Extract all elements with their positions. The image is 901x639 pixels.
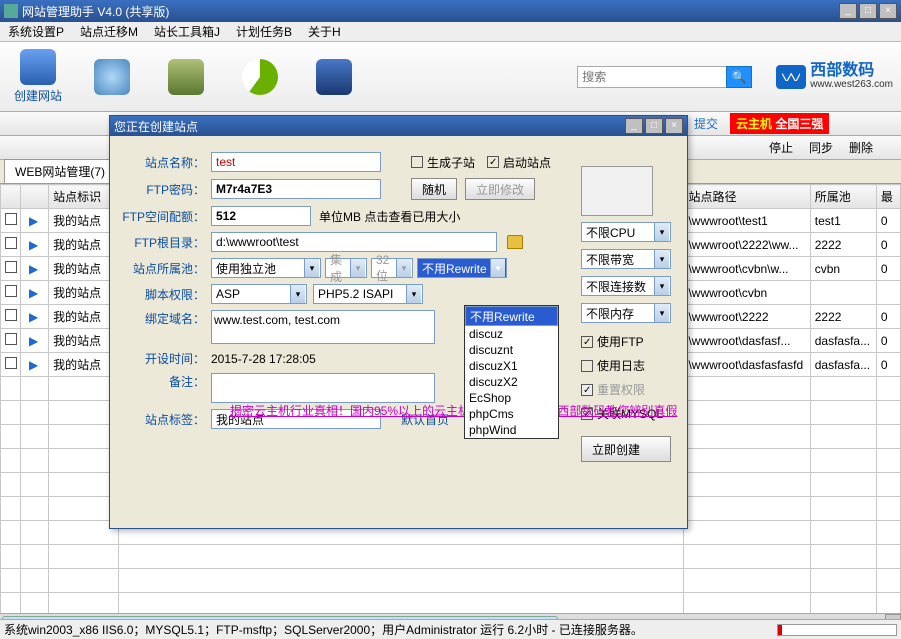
tool-create-site[interactable]: 创建网站: [8, 49, 68, 104]
create-time: 2015-7-28 17:28:05: [211, 352, 316, 366]
expand-icon[interactable]: ▶: [29, 334, 38, 348]
maximize-button[interactable]: □: [859, 3, 877, 19]
statusbar: 系统win2003_x86 IIS6.0；MYSQL5.1；FTP-msftp；…: [0, 619, 901, 639]
stack-icon: [168, 59, 204, 95]
toolbar: 创建网站 🔍 西部数码www.west263.com: [0, 42, 901, 112]
logo[interactable]: 西部数码www.west263.com: [776, 63, 893, 90]
minimize-button[interactable]: _: [839, 3, 857, 19]
main-titlebar: 网站管理助手 V4.0 (共享版) _ □ ×: [0, 0, 901, 22]
dropdown-item[interactable]: phpWind: [465, 422, 558, 438]
expand-icon[interactable]: ▶: [29, 310, 38, 324]
expand-icon[interactable]: ▶: [29, 262, 38, 276]
log-check[interactable]: [581, 360, 593, 372]
dropdown-item[interactable]: discuzX2: [465, 374, 558, 390]
search-input[interactable]: [577, 66, 727, 88]
row-check[interactable]: [5, 333, 17, 345]
col-check[interactable]: [1, 185, 21, 209]
dropdown-item[interactable]: phpCms: [465, 406, 558, 422]
browse-folder-icon[interactable]: [507, 235, 523, 249]
dropdown-item[interactable]: 不用Rewrite: [465, 306, 558, 326]
dropdown-item[interactable]: discuzX1: [465, 358, 558, 374]
php-select[interactable]: PHP5.2 ISAPI: [313, 284, 423, 304]
close-button[interactable]: ×: [879, 3, 897, 19]
ftp-pwd-input[interactable]: [211, 179, 381, 199]
col-pool[interactable]: 所属池: [810, 185, 876, 209]
perm-check: [581, 384, 593, 396]
row-check[interactable]: [5, 213, 17, 225]
window-title: 网站管理助手 V4.0 (共享版): [22, 3, 169, 20]
expand-icon[interactable]: ▶: [29, 214, 38, 228]
col-path[interactable]: 站点路径: [684, 185, 810, 209]
dialog-close[interactable]: ×: [665, 118, 683, 134]
menu-tools[interactable]: 站长工具箱J: [146, 23, 228, 40]
create-site-dialog: 您正在创建站点 _ □ × 站点名称： 生成子站 启动站点 FTP密码： 随机 …: [109, 115, 688, 529]
progress-bar: [777, 624, 897, 636]
app-icon: [4, 4, 18, 18]
row-check[interactable]: [5, 285, 17, 297]
tool-3[interactable]: [156, 59, 216, 95]
dropdown-item[interactable]: discuznt: [465, 342, 558, 358]
note-input[interactable]: [211, 373, 435, 403]
status-text: 系统win2003_x86 IIS6.0；MYSQL5.1；FTP-msftp；…: [4, 621, 643, 638]
expand-icon[interactable]: ▶: [29, 286, 38, 300]
banner: 云主机 全国三强: [730, 113, 829, 134]
root-input[interactable]: [211, 232, 497, 252]
monitor-icon: [316, 59, 352, 95]
limit-conn[interactable]: 不限连接数: [581, 276, 671, 296]
dialog-maximize[interactable]: □: [645, 118, 663, 134]
tools-icon: [20, 49, 56, 85]
col-last[interactable]: 最: [876, 185, 900, 209]
tool-4[interactable]: [230, 59, 290, 95]
rewrite-dropdown[interactable]: 不用RewritediscuzdiscuzntdiscuzX1discuzX2E…: [464, 305, 559, 439]
row-check[interactable]: [5, 261, 17, 273]
menu-tasks[interactable]: 计划任务B: [228, 23, 300, 40]
row-check[interactable]: [5, 357, 17, 369]
submit-link[interactable]: 提交: [688, 115, 724, 132]
ftp-check[interactable]: [581, 336, 593, 348]
limit-bw[interactable]: 不限带宽: [581, 249, 671, 269]
delete-button[interactable]: 删除: [841, 139, 881, 156]
row-check[interactable]: [5, 237, 17, 249]
dialog-side-panel: 不限CPU 不限带宽 不限连接数 不限内存 使用FTP 使用日志 重置权限 关联…: [581, 166, 677, 469]
tab-web[interactable]: WEB网站管理(7): [4, 159, 116, 183]
script-select[interactable]: ASP: [211, 284, 307, 304]
stop-button[interactable]: 停止: [761, 139, 801, 156]
limit-cpu[interactable]: 不限CPU: [581, 222, 671, 242]
integration-select: 集成: [325, 258, 367, 278]
quota-input[interactable]: [211, 206, 311, 226]
dropdown-item[interactable]: EcShop: [465, 390, 558, 406]
preview-box: [581, 166, 653, 216]
tool-2[interactable]: [82, 59, 142, 95]
menu-migrate[interactable]: 站点迁移M: [72, 23, 146, 40]
modify-button: 立即修改: [465, 178, 535, 200]
start-site-check[interactable]: [487, 156, 499, 168]
promo-text[interactable]: 揭密云主机行业真相！国内95%以上的云主机是假云、是VPS 西部数码教您辨别真假: [230, 402, 677, 419]
db-icon: [94, 59, 130, 95]
rewrite-select[interactable]: 不用Rewrite: [417, 258, 507, 278]
bit-select: 32位: [371, 258, 413, 278]
limit-mem[interactable]: 不限内存: [581, 303, 671, 323]
search-button[interactable]: 🔍: [726, 66, 752, 88]
dialog-titlebar: 您正在创建站点 _ □ ×: [110, 116, 687, 136]
pool-select[interactable]: 使用独立池: [211, 258, 321, 278]
create-button[interactable]: 立即创建: [581, 436, 671, 462]
dropdown-item[interactable]: discuz: [465, 326, 558, 342]
tool-5[interactable]: [304, 59, 364, 95]
dialog-minimize[interactable]: _: [625, 118, 643, 134]
row-check[interactable]: [5, 309, 17, 321]
expand-icon[interactable]: ▶: [29, 238, 38, 252]
quota-hint[interactable]: 单位MB 点击查看已用大小: [319, 208, 460, 225]
sync-button[interactable]: 同步: [801, 139, 841, 156]
expand-icon[interactable]: ▶: [29, 358, 38, 372]
dialog-title: 您正在创建站点: [114, 118, 198, 135]
menu-system[interactable]: 系统设置P: [0, 23, 72, 40]
menu-about[interactable]: 关于H: [300, 23, 349, 40]
random-button[interactable]: 随机: [411, 178, 457, 200]
child-site-check[interactable]: [411, 156, 423, 168]
menubar: 系统设置P 站点迁移M 站长工具箱J 计划任务B 关于H: [0, 22, 901, 42]
site-name-input[interactable]: [211, 152, 381, 172]
domain-input[interactable]: www.test.com, test.com: [211, 310, 435, 344]
logo-icon: [776, 65, 806, 89]
pie-icon: [242, 59, 278, 95]
